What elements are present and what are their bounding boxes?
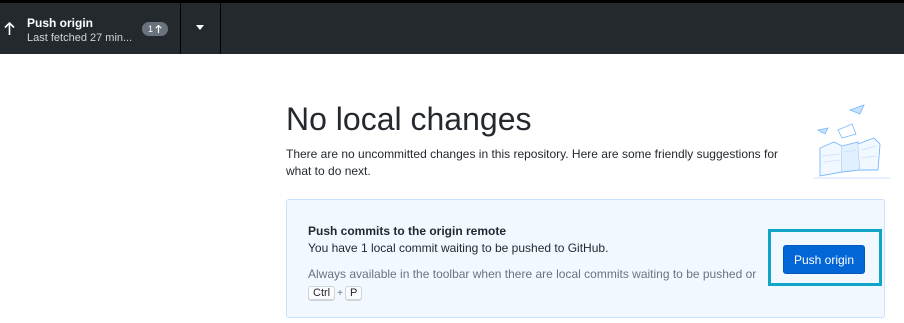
toolbar: Push origin Last fetched 27 min... 1 [0,0,904,54]
shortcut-key-ctrl: Ctrl [308,286,336,301]
push-origin-toolbar-button[interactable]: Push origin Last fetched 27 min... 1 [0,3,181,54]
ahead-count-badge: 1 [142,22,169,36]
push-origin-button[interactable]: Push origin [783,245,865,274]
card-description: You have 1 local commit waiting to be pu… [308,241,609,255]
push-title: Push origin [27,16,93,30]
page-title: No local changes [286,101,532,137]
ahead-count: 1 [148,24,154,34]
arrow-up-icon [155,25,162,33]
shortcut-separator: + [337,288,343,299]
card-hint: Always available in the toolbar when the… [308,265,768,303]
triangle-down-icon [196,25,204,30]
empty-repo-illustration-icon [812,100,892,180]
arrow-up-icon [4,21,15,36]
last-fetched-text: Last fetched 27 min... [27,32,133,44]
card-hint-text: Always available in the toolbar when the… [308,267,757,281]
shortcut-key-p: P [344,286,363,301]
card-title: Push commits to the origin remote [308,224,507,238]
push-dropdown-button[interactable] [181,3,221,54]
page-description: There are no uncommitted changes in this… [286,147,779,178]
